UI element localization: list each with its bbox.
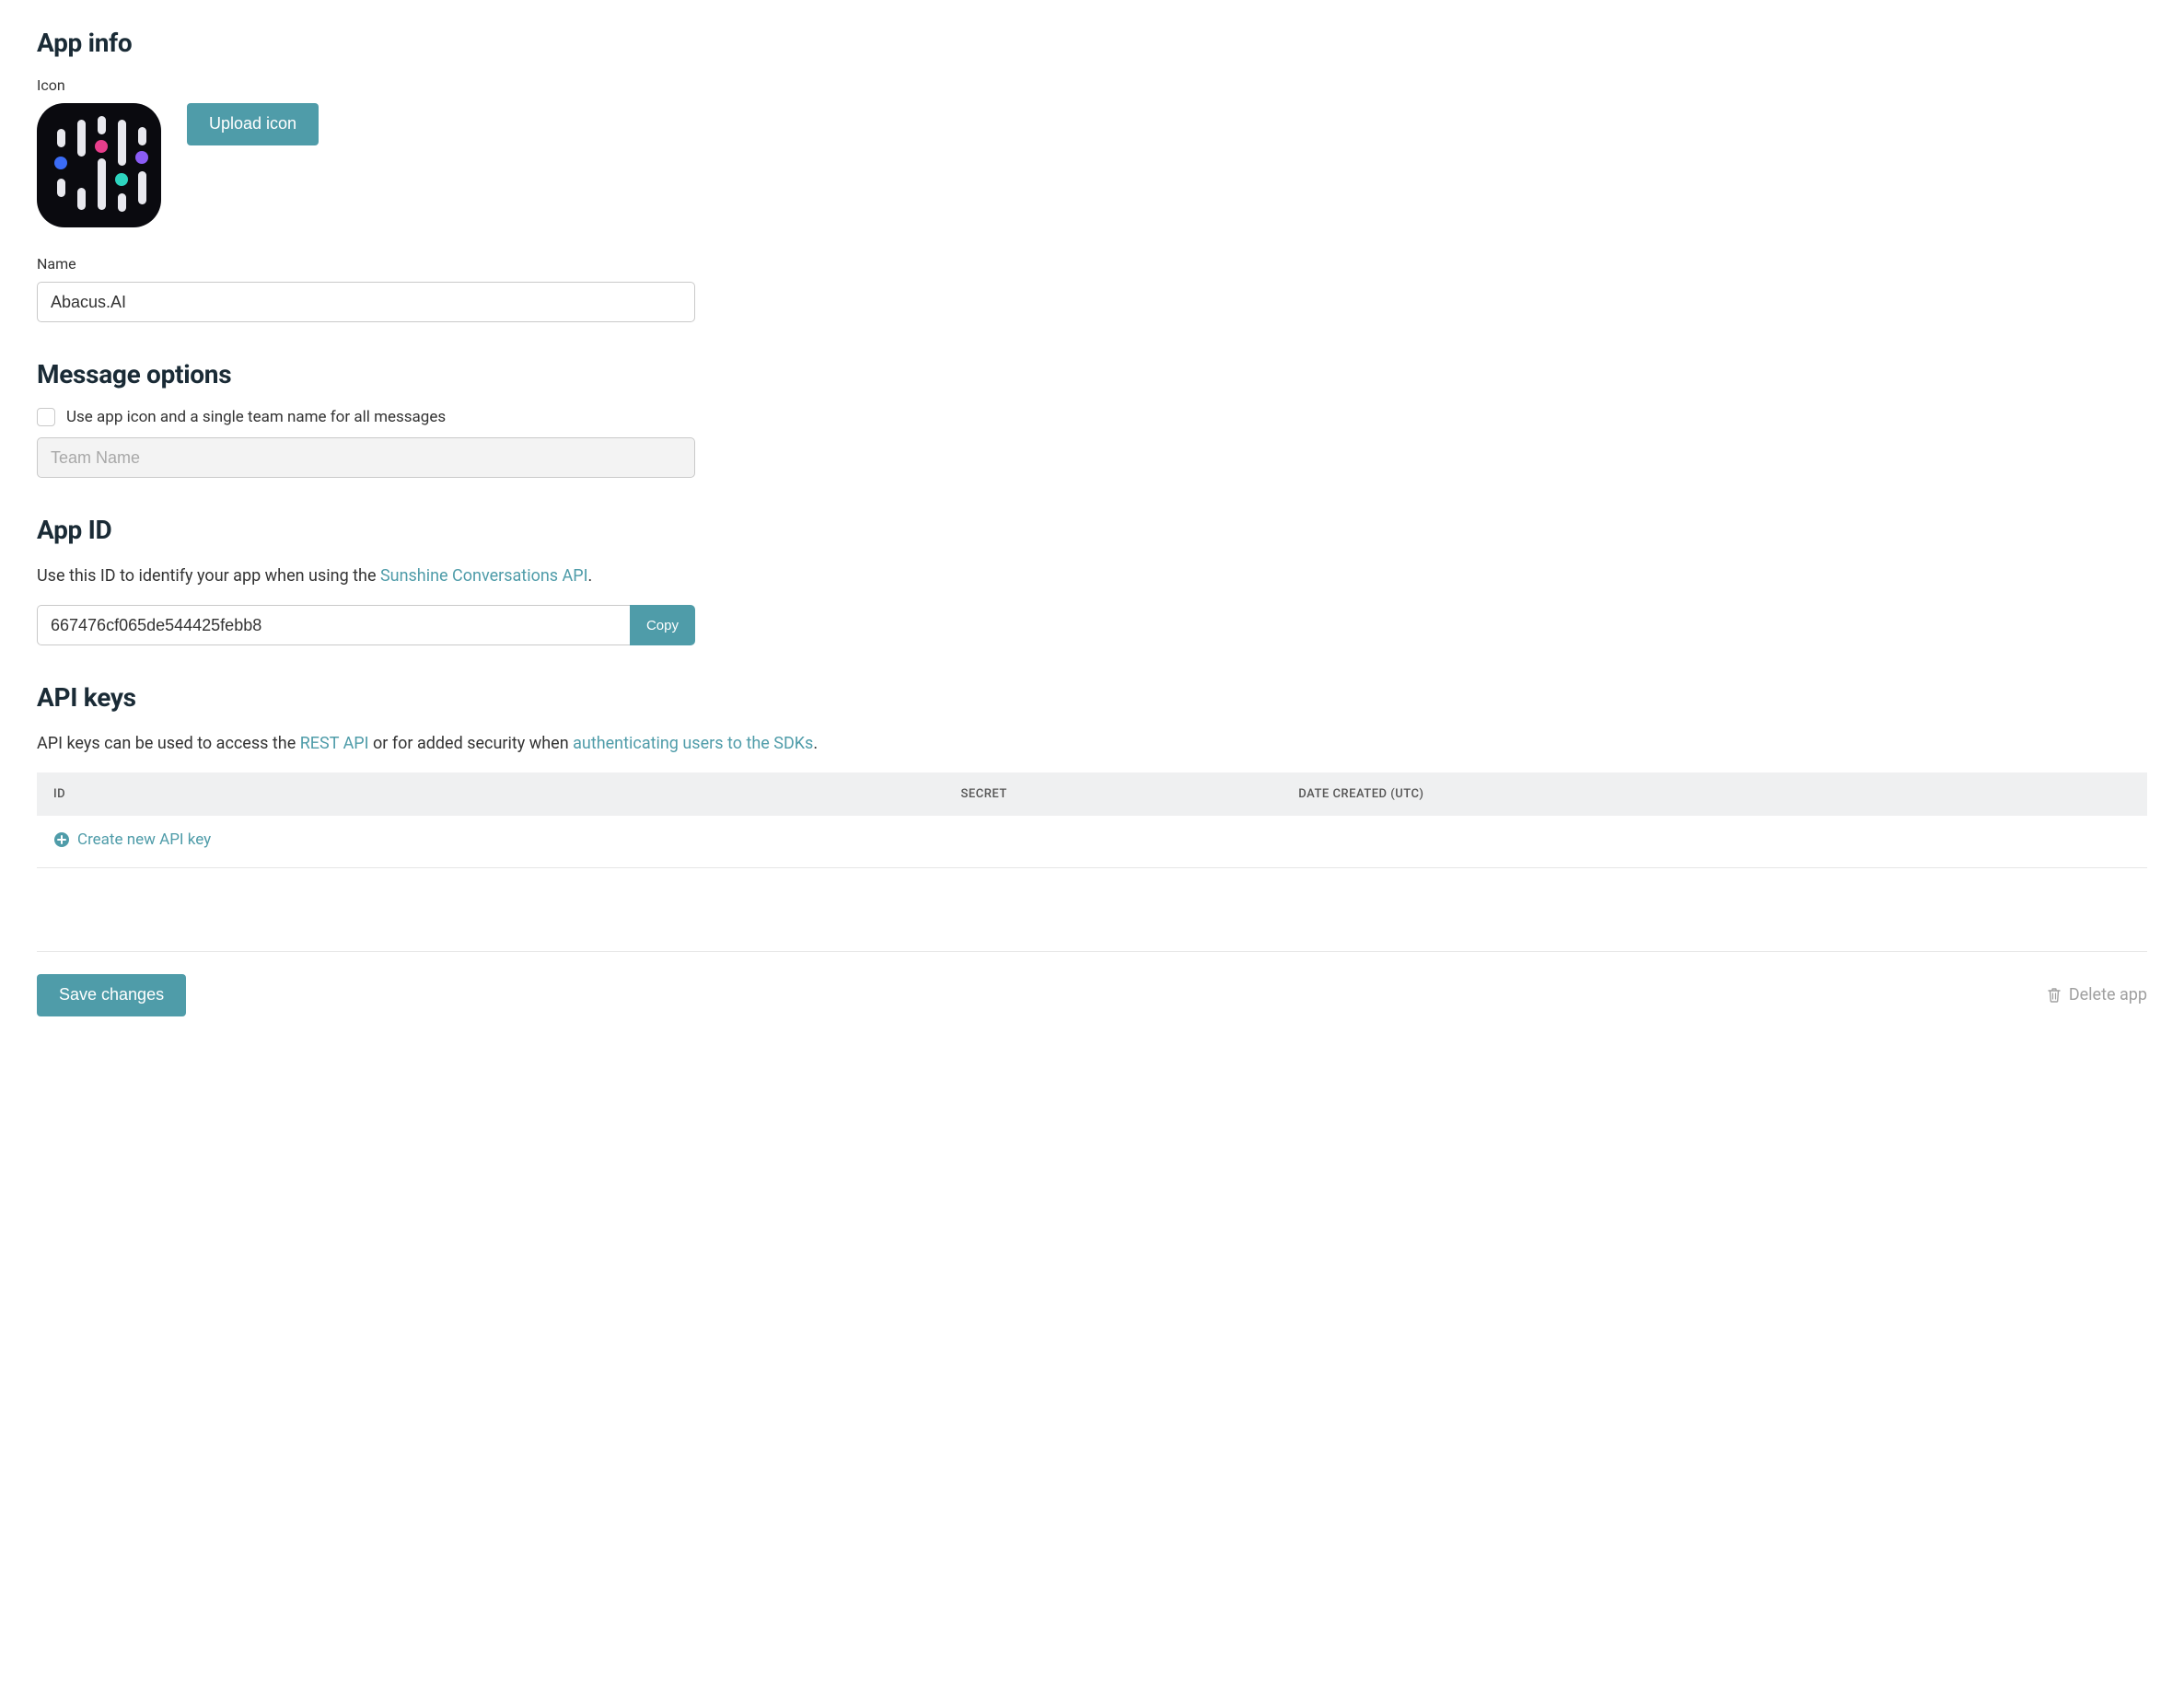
- api-keys-description: API keys can be used to access the REST …: [37, 731, 2147, 756]
- rest-api-link[interactable]: REST API: [300, 734, 369, 753]
- api-keys-desc-mid: or for added security when: [369, 734, 574, 753]
- app-icon-image: [37, 103, 161, 227]
- auth-sdk-link[interactable]: authenticating users to the SDKs: [573, 734, 813, 753]
- team-name-input: [37, 437, 695, 478]
- create-api-key-link[interactable]: Create new API key: [53, 830, 211, 849]
- delete-app-label: Delete app: [2069, 985, 2147, 1004]
- api-keys-desc-prefix: API keys can be used to access the: [37, 734, 300, 753]
- api-keys-desc-suffix: .: [813, 734, 818, 753]
- api-keys-table: ID SECRET DATE CREATED (UTC): [37, 772, 2147, 816]
- use-app-icon-checkbox[interactable]: [37, 408, 55, 426]
- name-label: Name: [37, 255, 2147, 273]
- app-name-input[interactable]: [37, 282, 695, 322]
- app-id-heading: App ID: [37, 515, 2147, 545]
- upload-icon-button[interactable]: Upload icon: [187, 103, 319, 145]
- use-app-icon-label: Use app icon and a single team name for …: [66, 408, 446, 426]
- trash-icon: [2047, 987, 2062, 1004]
- app-id-desc-prefix: Use this ID to identify your app when us…: [37, 566, 380, 586]
- sunshine-api-link[interactable]: Sunshine Conversations API: [380, 566, 588, 586]
- message-options-heading: Message options: [37, 359, 2147, 389]
- app-id-desc-suffix: .: [588, 566, 593, 586]
- plus-circle-icon: [53, 831, 70, 848]
- copy-app-id-button[interactable]: Copy: [630, 605, 695, 645]
- save-changes-button[interactable]: Save changes: [37, 974, 186, 1016]
- icon-label: Icon: [37, 76, 2147, 94]
- api-keys-col-date: DATE CREATED (UTC): [1282, 772, 2147, 816]
- app-info-heading: App info: [37, 28, 2147, 58]
- api-keys-col-id: ID: [37, 772, 945, 816]
- api-keys-heading: API keys: [37, 682, 2147, 713]
- delete-app-link[interactable]: Delete app: [2047, 985, 2147, 1004]
- api-keys-col-secret: SECRET: [945, 772, 1283, 816]
- create-api-key-label: Create new API key: [77, 830, 211, 849]
- app-id-description: Use this ID to identify your app when us…: [37, 563, 2147, 588]
- app-id-input[interactable]: [37, 605, 630, 645]
